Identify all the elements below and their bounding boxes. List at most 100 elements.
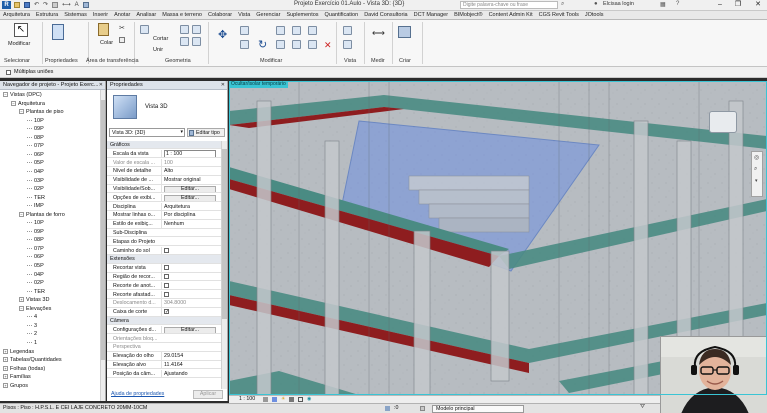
tree-item[interactable]: 04P [27,272,44,278]
property-value[interactable]: 1 : 100 [161,149,219,158]
pin-icon[interactable] [308,40,317,49]
tree-item[interactable]: + Folhas (todas) [3,366,45,372]
shadows-icon[interactable] [289,397,294,402]
search-input[interactable]: Digite palavra-chave ou frase [460,1,558,9]
multiple-joins-checkbox[interactable] [6,70,11,75]
property-checkbox[interactable] [164,265,169,271]
split-icon[interactable] [292,26,301,35]
delete-icon[interactable]: ✕ [324,40,332,51]
restore-button[interactable]: ❐ [730,0,746,10]
geometry-tool-4-icon[interactable] [192,37,201,46]
property-checkbox[interactable] [164,247,169,253]
property-checkbox[interactable] [164,282,169,288]
properties-icon[interactable] [52,24,64,40]
tree-item[interactable]: 06P [27,152,44,158]
tab-anotar[interactable]: Anotar [111,11,133,19]
geometry-tool-3-icon[interactable] [180,37,189,46]
type-selector[interactable]: Vista 3D: {3D} ▾ [109,128,185,137]
array-icon[interactable] [292,40,301,49]
property-value[interactable] [161,246,219,254]
paste-button[interactable]: Colar [100,40,113,46]
properties-help-link[interactable]: Ajuda de propriedades [111,391,164,397]
property-value[interactable]: 11.4164 [161,361,219,369]
collapse-icon[interactable]: − [19,211,24,217]
property-value[interactable]: 29.0154 [161,352,219,360]
undo-icon[interactable]: ↶ [34,2,39,8]
scrollbar-thumb[interactable] [222,149,227,319]
save-icon[interactable] [24,2,30,8]
tab-cgs-revit-tools[interactable]: CGS Revit Tools [536,11,582,19]
tab-analisar[interactable]: Analisar [133,11,159,19]
create-part-icon[interactable] [398,26,411,38]
cope-icon[interactable] [140,25,149,34]
expand-icon[interactable]: + [19,297,24,303]
property-value[interactable]: Editar... [161,185,219,193]
tab-estrutura[interactable]: Estrutura [33,11,61,19]
property-group[interactable]: Extensões [107,255,221,264]
tree-item[interactable]: 07P [27,143,44,149]
property-value[interactable]: Nenhum [161,220,219,228]
redo-icon[interactable]: ↷ [43,2,48,8]
expand-icon[interactable]: + [3,357,8,363]
open-icon[interactable] [14,2,20,8]
minimize-button[interactable]: – [712,0,728,10]
tree-item[interactable]: + Grupos [3,383,28,389]
measure-tool-icon[interactable]: ⟷ [372,28,385,39]
modify-button[interactable]: Modificar [8,41,30,47]
tree-item[interactable]: 06P [27,254,44,260]
expand-icon[interactable]: + [3,374,8,380]
tree-item[interactable]: + Famílias [3,374,31,380]
tab-dct-manager[interactable]: DCT Manager [411,11,451,19]
tree-item[interactable]: 08P [27,237,44,243]
collapse-icon[interactable]: − [3,92,8,98]
tab-bimobject[interactable]: BIMobject® [451,11,486,19]
measure-icon[interactable]: ⟷ [62,2,71,8]
tree-item[interactable]: 03P [27,178,44,184]
property-value[interactable]: Arquitetura [161,202,219,210]
property-checkbox[interactable] [164,274,169,280]
tree-item[interactable]: 05P [27,160,44,166]
property-edit-button[interactable]: Editar... [164,186,216,193]
trim-icon[interactable] [276,40,285,49]
cut-icon[interactable]: ✂ [119,24,125,32]
design-options-icon[interactable] [420,406,425,411]
detail-level-icon[interactable] [263,397,268,402]
tree-item[interactable]: + Vistas 3D [19,297,49,303]
3d-view-icon[interactable] [82,2,89,8]
tree-item[interactable]: − Plantas de forro [19,212,65,218]
tab-jotools[interactable]: JOtools [582,11,607,19]
tree-item[interactable]: − Elevações [19,306,51,312]
tab-inserir[interactable]: Inserir [90,11,111,19]
tree-item[interactable]: 10P [27,220,44,226]
expand-icon[interactable]: + [3,348,8,354]
viewcube-icon[interactable] [709,111,737,133]
panel-label-select[interactable]: Selecionar [4,58,30,64]
tree-item[interactable]: 08P [27,135,44,141]
join-geometry-button[interactable]: Unir [153,47,163,53]
property-value[interactable]: Por disciplina [161,211,219,219]
zoom-dropdown-icon[interactable]: ▾ [755,178,758,184]
tab-david-consultoria[interactable]: David Consultoria [361,11,410,19]
print-icon[interactable] [52,2,59,8]
close-button[interactable]: ✕ [750,0,766,10]
tree-item[interactable]: 3 [27,323,37,329]
property-value[interactable]: Alto [161,167,219,175]
tree-item[interactable]: 02P [27,280,44,286]
user-login[interactable]: Elcisaa login [603,1,634,7]
tree-item[interactable]: + Legendas [3,349,34,355]
filter-icon[interactable]: ⛛ [640,404,645,411]
collapse-icon[interactable]: − [19,305,24,311]
worksets-icon[interactable] [385,406,390,411]
search-icon[interactable]: ⌕ [561,1,564,8]
tree-item[interactable]: − Vistas (DPC) [3,92,42,98]
property-checkbox[interactable] [164,309,169,315]
geometry-tool-2-icon[interactable] [192,25,201,34]
tree-item[interactable]: 1 [27,340,37,346]
property-value[interactable] [161,290,219,298]
cut-geometry-button[interactable]: Cortar [153,36,168,42]
view-scale[interactable]: 1 : 100 [239,396,255,403]
properties-scrollbar[interactable] [221,141,227,389]
tab-colaborar[interactable]: Colaborar [205,11,235,19]
property-value[interactable] [161,264,219,272]
tab-suplementos[interactable]: Suplementos [283,11,321,19]
